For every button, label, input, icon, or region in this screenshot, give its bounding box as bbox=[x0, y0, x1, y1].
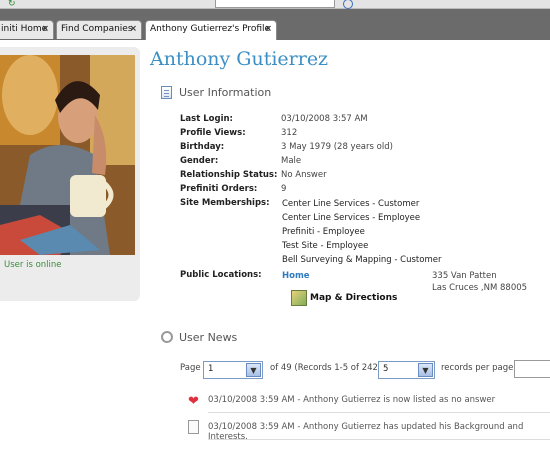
field-label: Birthday: bbox=[180, 142, 225, 152]
user-info-title: User Information bbox=[179, 86, 272, 99]
online-status: User is online bbox=[4, 260, 62, 270]
field-value: 312 bbox=[281, 128, 298, 138]
field-value: 9 bbox=[281, 184, 287, 194]
refresh-icon[interactable]: ↻ bbox=[8, 0, 20, 9]
news-item: 03/10/2008 3:59 AM - Anthony Gutierrez i… bbox=[208, 395, 496, 405]
per-page-label: records per page. bbox=[441, 363, 517, 373]
page-label: Page bbox=[180, 363, 201, 373]
page-info: of 49 (Records 1-5 of 242) bbox=[270, 363, 382, 373]
browser-toolbar: ↻ bbox=[0, 0, 550, 9]
search-input[interactable] bbox=[215, 0, 335, 8]
field-value: 3 May 1979 (28 years old) bbox=[281, 142, 393, 152]
user-info-icon bbox=[161, 86, 172, 99]
user-news-title: User News bbox=[179, 331, 238, 344]
heart-icon: ❤ bbox=[188, 394, 199, 409]
divider bbox=[208, 439, 550, 440]
membership-item: Center Line Services - Employee bbox=[282, 213, 421, 223]
close-icon[interactable]: × bbox=[264, 24, 272, 34]
page-select-value: 1 bbox=[208, 364, 214, 374]
per-page-select[interactable]: 5 ▼ bbox=[378, 361, 435, 379]
profile-name: Anthony Gutierrez bbox=[150, 48, 329, 70]
chevron-down-icon[interactable]: ▼ bbox=[418, 363, 433, 377]
per-page-value: 5 bbox=[383, 364, 389, 374]
field-value: No Answer bbox=[281, 170, 327, 180]
profile-photo bbox=[0, 55, 135, 255]
tab-bar: initi Home × Find Companies × Anthony Gu… bbox=[0, 9, 550, 40]
membership-item: Bell Surveying & Mapping - Customer bbox=[282, 255, 442, 265]
membership-item: Center Line Services - Customer bbox=[282, 199, 420, 209]
close-icon[interactable]: × bbox=[41, 24, 49, 34]
field-label: Last Login: bbox=[180, 114, 233, 124]
chevron-down-icon[interactable]: ▼ bbox=[246, 363, 261, 377]
field-value: Male bbox=[281, 156, 302, 166]
address-line-1: 335 Van Patten bbox=[432, 271, 497, 281]
divider bbox=[208, 412, 550, 413]
field-value: 03/10/2008 3:57 AM bbox=[281, 114, 368, 124]
close-icon[interactable]: × bbox=[129, 24, 137, 34]
memberships-label: Site Memberships: bbox=[180, 198, 270, 208]
locations-label: Public Locations: bbox=[180, 270, 262, 280]
membership-item: Prefiniti - Employee bbox=[282, 227, 365, 237]
tab-find-companies[interactable]: Find Companies × bbox=[56, 20, 142, 39]
address-line-2: Las Cruces ,NM 88005 bbox=[432, 283, 528, 293]
tab-label: Find Companies bbox=[61, 24, 133, 34]
location-home-link[interactable]: Home bbox=[282, 271, 310, 281]
document-icon bbox=[188, 420, 199, 434]
map-icon[interactable] bbox=[291, 290, 307, 306]
membership-item: Test Site - Employee bbox=[282, 241, 369, 251]
paperclip-icon bbox=[158, 328, 176, 346]
field-label: Gender: bbox=[180, 156, 219, 166]
map-directions-link[interactable]: Map & Directions bbox=[310, 293, 397, 303]
tab-home[interactable]: initi Home × bbox=[0, 20, 54, 39]
help-icon[interactable] bbox=[343, 0, 353, 9]
tab-profile[interactable]: Anthony Gutierrez's Profile × bbox=[145, 20, 277, 40]
page-select[interactable]: 1 ▼ bbox=[203, 361, 263, 379]
field-label: Profile Views: bbox=[180, 128, 246, 138]
field-label: Prefiniti Orders: bbox=[180, 184, 258, 194]
tab-label: Anthony Gutierrez's Profile bbox=[150, 24, 271, 34]
filter-input[interactable] bbox=[514, 360, 550, 378]
tab-label: initi Home bbox=[1, 24, 48, 34]
field-label: Relationship Status: bbox=[180, 170, 278, 180]
